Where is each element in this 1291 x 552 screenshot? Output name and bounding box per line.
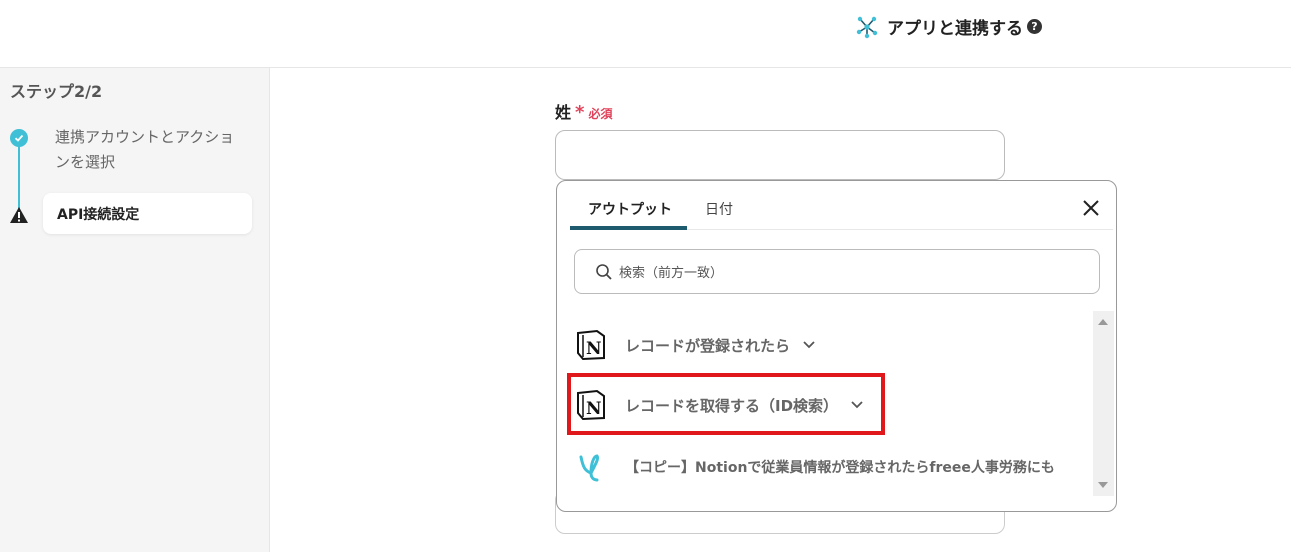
required-badge: 必須 (588, 107, 613, 121)
field-label: 姓 * 必須 (555, 99, 612, 123)
field-name: 姓 (555, 103, 572, 122)
required-star: * (575, 102, 585, 123)
help-icon[interactable]: ? (1027, 19, 1042, 34)
notion-icon: N (577, 329, 605, 361)
svg-text:N: N (586, 339, 602, 359)
scroll-down-icon[interactable] (1098, 482, 1108, 488)
top-bar: アプリと連携する ? (0, 0, 1291, 68)
yoom-logo-icon (579, 454, 599, 482)
chevron-down-icon[interactable] (802, 340, 816, 350)
list-item-label: 【コピー】Notionで従業員情報が登録されたらfreee人事労務にも (625, 460, 1055, 476)
last-name-input[interactable] (555, 130, 1005, 180)
search-placeholder: 検索（前方一致） (619, 266, 724, 281)
warning-icon (10, 207, 28, 223)
list-item-copied-flow[interactable]: 【コピー】Notionで従業員情報が登録されたらfreee人事労務にも (575, 451, 1055, 483)
tab-date[interactable]: 日付 (705, 199, 733, 219)
app-integration-header: アプリと連携する ? (855, 14, 1042, 39)
page-title: アプリと連携する (887, 19, 1023, 39)
check-icon (10, 129, 28, 147)
output-picker-popup: アウトプット 日付 検索（前方一致） N レコードが登録されたら N レコードを… (556, 180, 1117, 512)
tab-bar: アウトプット 日付 (570, 181, 1113, 230)
step-connector (18, 140, 20, 212)
sidebar: ステップ2/2 連携アカウントとアクションを選択 API接続設定 (0, 68, 270, 552)
search-icon (596, 263, 612, 280)
sidebar-step-api-settings[interactable]: API接続設定 (43, 193, 252, 234)
tab-output[interactable]: アウトプット (588, 199, 672, 219)
step-count: ステップ2/2 (10, 82, 103, 101)
scroll-up-icon[interactable] (1098, 319, 1108, 325)
list-item-label: レコードが登録されたら (625, 336, 791, 355)
active-tab-indicator (570, 226, 687, 230)
close-icon[interactable] (1080, 197, 1102, 219)
search-input[interactable]: 検索（前方一致） (574, 249, 1100, 294)
network-icon (856, 16, 878, 38)
scrollbar[interactable] (1093, 311, 1114, 496)
list-item-record-registered[interactable]: N レコードが登録されたら (575, 329, 816, 361)
highlight-box (567, 373, 885, 435)
sidebar-step-select-action[interactable]: 連携アカウントとアクションを選択 (55, 125, 245, 175)
